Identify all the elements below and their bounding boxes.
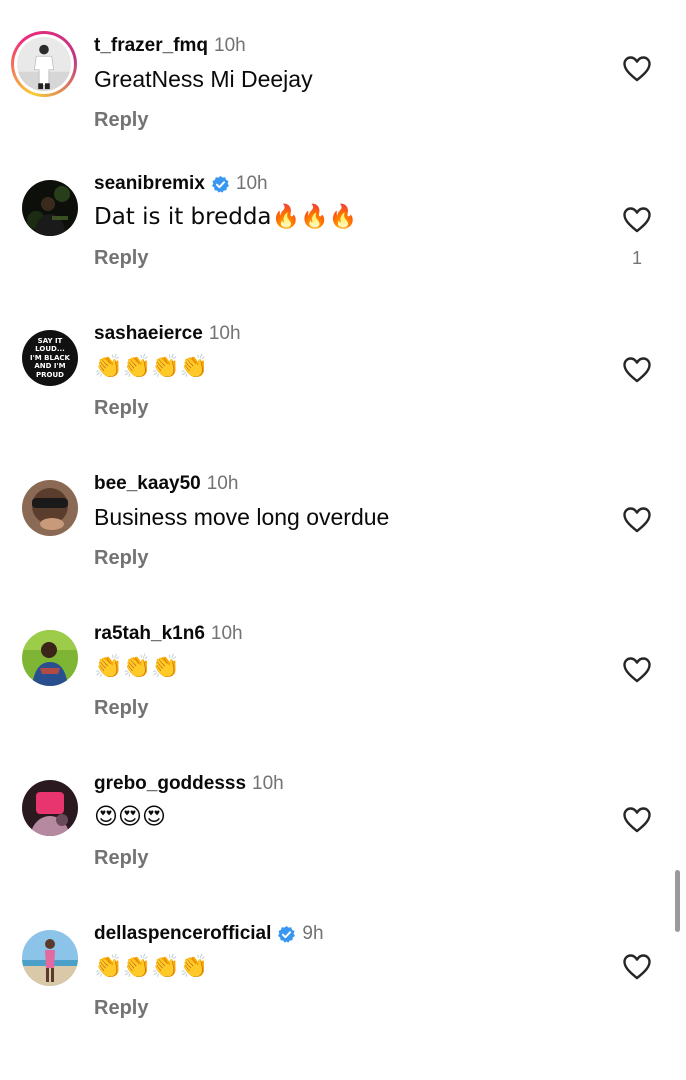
comment-header: ra5tah_k1n6 10h (94, 622, 243, 646)
avatar[interactable] (22, 780, 78, 836)
reply-button[interactable]: Reply (94, 847, 148, 870)
avatar-photo: SAY IT LOUD... I'M BLACK AND I'M PROUD (22, 330, 78, 386)
comment-username[interactable]: bee_kaay50 (94, 473, 201, 495)
avatar[interactable] (22, 180, 78, 236)
avatar-badge-line: LOUD... (35, 345, 65, 353)
reply-button[interactable]: Reply (94, 247, 148, 270)
comment-timestamp: 10h (210, 623, 243, 644)
avatar-photo (22, 930, 78, 986)
verified-badge-icon (211, 175, 229, 193)
comment-item: grebo_goddesss 10h 😍😍😍 Reply (0, 773, 686, 930)
comment-text: 👏👏👏👏 (94, 954, 209, 980)
avatar[interactable] (11, 31, 77, 97)
comment-username[interactable]: t_frazer_fmq (94, 35, 208, 57)
comment-timestamp: 10h (252, 773, 284, 794)
reply-button[interactable]: Reply (94, 697, 148, 720)
comment-timestamp: 9h (302, 923, 324, 944)
avatar-badge-line: AND I'M (34, 362, 65, 370)
comment-username[interactable]: dellaspencerofficial (94, 923, 271, 945)
avatar-badge-line: I'M BLACK (30, 354, 71, 362)
scrollbar[interactable] (675, 870, 680, 932)
comment-text: 👏👏👏👏 (94, 354, 209, 380)
comment-text: 😍😍😍 (94, 804, 166, 830)
avatar[interactable] (22, 630, 78, 686)
heart-outline-icon[interactable] (622, 505, 652, 535)
comment-timestamp: 10h (208, 323, 241, 344)
heart-outline-icon[interactable] (622, 205, 652, 235)
verified-badge-icon (278, 925, 296, 943)
comment-header: sashaeierce 10h (94, 322, 241, 346)
comment-item: ra5tah_k1n6 10h 👏👏👏 Reply (0, 623, 686, 780)
heart-outline-icon[interactable] (622, 655, 652, 685)
comment-header: t_frazer_fmq 10h (94, 34, 246, 58)
comment-timestamp: 10h (235, 173, 268, 194)
heart-outline-icon[interactable] (622, 54, 652, 84)
comment-username[interactable]: grebo_goddesss (94, 773, 246, 795)
avatar[interactable] (22, 480, 78, 536)
avatar-photo (22, 480, 78, 536)
reply-button[interactable]: Reply (94, 397, 148, 420)
comment-item: dellaspencerofficial 9h 👏👏👏👏 Reply (0, 923, 686, 1080)
avatar[interactable] (22, 930, 78, 986)
comment-text: Business move long overdue (94, 504, 390, 530)
avatar-photo (22, 780, 78, 836)
heart-outline-icon[interactable] (622, 805, 652, 835)
avatar[interactable]: SAY IT LOUD... I'M BLACK AND I'M PROUD (22, 330, 78, 386)
comment-username[interactable]: ra5tah_k1n6 (94, 623, 205, 645)
comment-text: Dat is it bredda🔥🔥🔥 (94, 204, 358, 230)
comment-item: seanibremix 10h Dat is it bredda🔥🔥🔥 Repl… (0, 173, 686, 330)
heart-outline-icon[interactable] (622, 952, 652, 982)
comment-timestamp: 10h (206, 473, 239, 494)
comment-header: bee_kaay50 10h (94, 472, 238, 496)
comment-text: 👏👏👏 (94, 654, 180, 680)
reply-button[interactable]: Reply (94, 109, 148, 132)
comment-username[interactable]: seanibremix (94, 173, 205, 195)
like-count: 1 (631, 248, 642, 268)
comment-header: dellaspencerofficial 9h (94, 922, 324, 946)
avatar-badge-line: SAY IT (38, 337, 63, 345)
avatar-photo (17, 37, 71, 91)
heart-outline-icon[interactable] (622, 355, 652, 385)
comment-header: seanibremix 10h (94, 172, 268, 196)
avatar-badge-line: PROUD (36, 371, 64, 379)
avatar-photo (22, 180, 78, 236)
reply-button[interactable]: Reply (94, 547, 148, 570)
avatar-photo (22, 630, 78, 686)
comment-header: grebo_goddesss 10h (94, 772, 284, 796)
comment-text: GreatNess Mi Deejay (94, 66, 313, 92)
comment-item: t_frazer_fmq 10h GreatNess Mi Deejay Rep… (0, 31, 686, 192)
comment-item: SAY IT LOUD... I'M BLACK AND I'M PROUD s… (0, 323, 686, 480)
reply-button[interactable]: Reply (94, 997, 148, 1020)
comment-item: bee_kaay50 10h Business move long overdu… (0, 473, 686, 630)
comment-username[interactable]: sashaeierce (94, 323, 203, 345)
comment-timestamp: 10h (214, 35, 246, 56)
